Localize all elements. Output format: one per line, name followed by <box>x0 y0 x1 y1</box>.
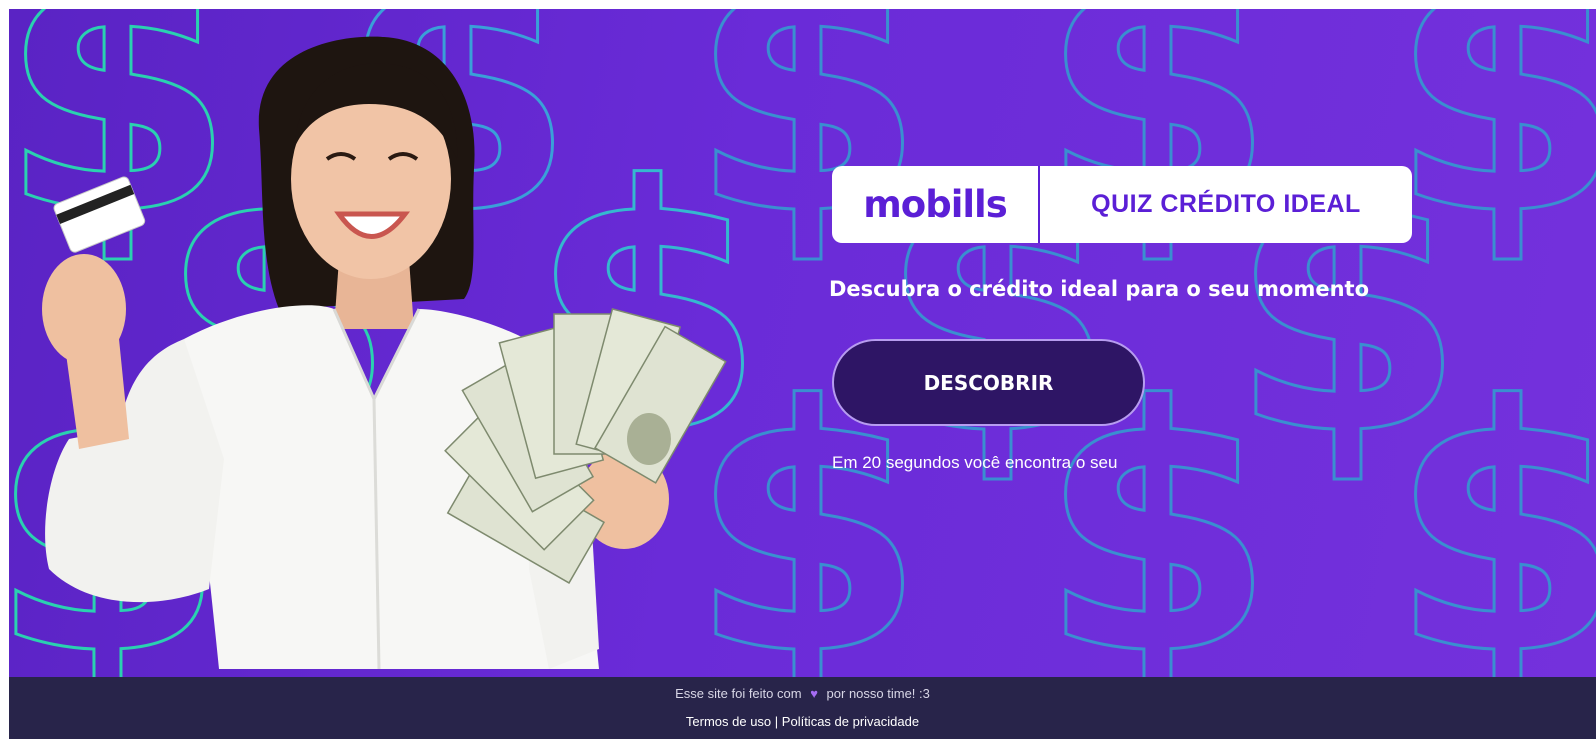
made-with-love-text: Esse site foi feito com ♥ por nosso time… <box>9 686 1596 701</box>
purple-heart-icon: ♥ <box>810 686 818 701</box>
mobills-logo: mobills <box>863 183 1008 226</box>
terms-of-use-link[interactable]: Termos de uso <box>686 714 771 729</box>
dollar-symbol: $ <box>1389 334 1596 677</box>
page-frame: $ $ $ $ $ $ $ $ $ $ $ $ $ <box>9 9 1596 739</box>
site-footer: Esse site foi feito com ♥ por nosso time… <box>9 677 1596 739</box>
made-with-prefix: Esse site foi feito com <box>675 686 802 701</box>
brand-header-box: mobills QUIZ CRÉDITO IDEAL <box>832 166 1412 243</box>
quiz-title: QUIZ CRÉDITO IDEAL <box>1091 190 1361 218</box>
woman-holding-card-and-cash-image <box>42 36 727 670</box>
hero-headline: Descubra o crédito ideal para o seu mome… <box>829 277 1370 301</box>
hero-subtext: Em 20 segundos você encontra o seu <box>832 453 1118 472</box>
made-with-suffix: por nosso time! :3 <box>826 686 930 701</box>
footer-link-separator: | <box>774 714 779 729</box>
footer-links: Termos de uso | Políticas de privacidade <box>9 714 1596 729</box>
hero-banner: $ $ $ $ $ $ $ $ $ $ $ $ $ <box>9 9 1596 677</box>
privacy-policy-link[interactable]: Políticas de privacidade <box>782 714 919 729</box>
discover-button[interactable]: DESCOBRIR <box>832 339 1145 426</box>
